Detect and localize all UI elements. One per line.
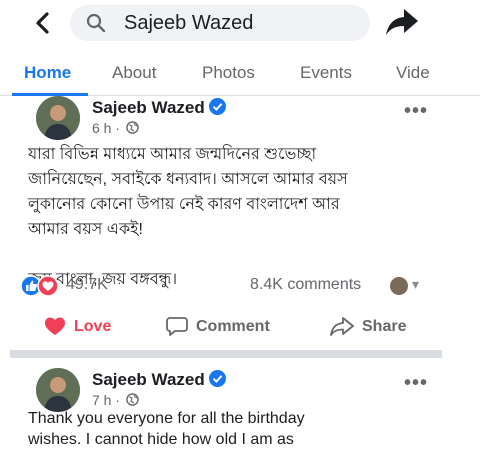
more-options-icon[interactable]: ••• [404,100,428,123]
post-line: wishes. I cannot hide how old I am as [28,431,294,448]
globe-icon [126,393,139,406]
search-field[interactable]: Sajeeb Wazed [70,5,370,41]
author-name[interactable]: Sajeeb Wazed [92,98,205,117]
post-line: যারা বিভিন্ন মাধ্যমে আমার জন্মদিনের শুভে… [28,146,317,163]
search-query[interactable]: Sajeeb Wazed [124,12,253,35]
share-icon[interactable] [384,6,420,38]
post-line [28,242,448,267]
share-label: Share [362,318,407,335]
love-icon [45,317,65,335]
back-icon[interactable] [28,8,58,38]
globe-icon [126,121,139,134]
search-icon [86,13,106,33]
post-line: আমার বয়স একই! [28,221,143,238]
post-author[interactable]: Sajeeb Wazed [92,98,226,118]
author-name[interactable]: Sajeeb Wazed [92,370,205,389]
tab-photos[interactable]: Photos [202,63,255,83]
comment-button[interactable]: Comment [166,316,270,336]
comment-label: Comment [196,318,270,335]
share-button[interactable]: Share [330,316,406,336]
post-time[interactable]: 7 h [92,392,111,408]
post-actions: Love Comment Share [0,312,480,346]
caret-down-icon[interactable]: ▾ [412,276,419,293]
more-options-icon[interactable]: ••• [404,372,428,395]
post-body: Thank you everyone for all the birthday … [28,408,448,450]
post-line: লুকানোর কোনো উপায় নেই কারণ বাংলাদেশ আর [28,196,340,213]
comment-count[interactable]: 8.4K comments [250,276,361,294]
top-bar: Sajeeb Wazed [0,0,480,50]
post-meta: 6 h · [92,120,139,136]
avatar[interactable] [36,368,80,412]
tab-videos[interactable]: Vide [396,63,430,83]
tab-home[interactable]: Home [24,63,71,83]
love-button[interactable]: Love [44,316,111,336]
reactions-bar[interactable]: 49.7K 8.4K comments ▾ [20,272,450,300]
page-tabs: Home About Photos Events Vide [0,52,480,96]
post-line: জানিয়েছেন, সবাইকে ধন্যবাদ। আসলে আমার বয… [28,171,348,188]
post-separator [10,350,442,358]
post-body: যারা বিভিন্ন মাধ্যমে আমার জন্মদিনের শুভে… [28,142,448,292]
verified-icon [208,98,226,115]
love-label: Love [74,318,112,335]
reaction-icons [20,275,59,297]
comment-icon [166,317,188,336]
post-meta: 7 h · [92,392,139,408]
tab-about[interactable]: About [112,63,156,83]
avatar[interactable] [36,96,80,140]
post-author[interactable]: Sajeeb Wazed [92,370,226,390]
commenter-avatar [390,277,408,295]
share-icon [330,317,354,336]
reaction-count[interactable]: 49.7K [66,276,108,294]
post-line: Thank you everyone for all the birthday [28,410,305,427]
verified-icon [208,370,226,387]
tab-events[interactable]: Events [300,63,352,83]
post-time[interactable]: 6 h [92,120,111,136]
